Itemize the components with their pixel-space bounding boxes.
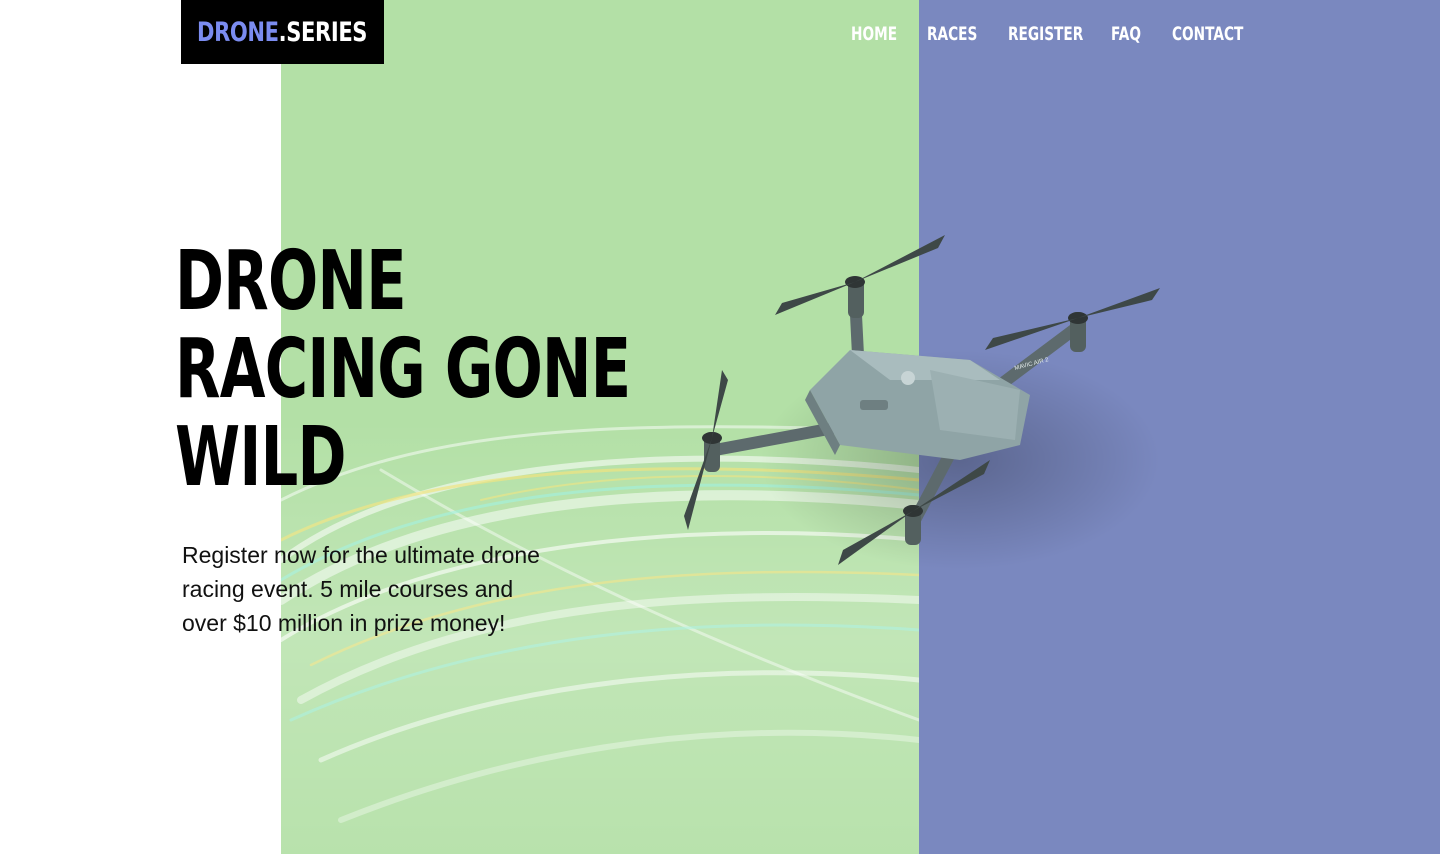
- hero-intro-text: Register now for the ultimate drone raci…: [182, 542, 540, 636]
- nav-races-link[interactable]: RACES: [927, 21, 977, 47]
- nav-register-link[interactable]: REGISTER: [1008, 21, 1083, 47]
- headline-line-1: DRONE: [175, 234, 407, 329]
- nav-home-link[interactable]: HOME: [851, 21, 897, 47]
- hero-headline: DRONE RACING GONE WILD: [175, 234, 631, 505]
- headline-line-3: WILD: [175, 410, 347, 505]
- main-nav: HOME RACES REGISTER FAQ CONTACT: [0, 21, 1440, 47]
- nav-contact-link[interactable]: CONTACT: [1172, 21, 1243, 47]
- headline-line-2: RACING GONE: [175, 322, 631, 417]
- drone-image: MAVIC AIR 2: [684, 235, 1160, 570]
- nav-faq-link[interactable]: FAQ: [1111, 21, 1141, 47]
